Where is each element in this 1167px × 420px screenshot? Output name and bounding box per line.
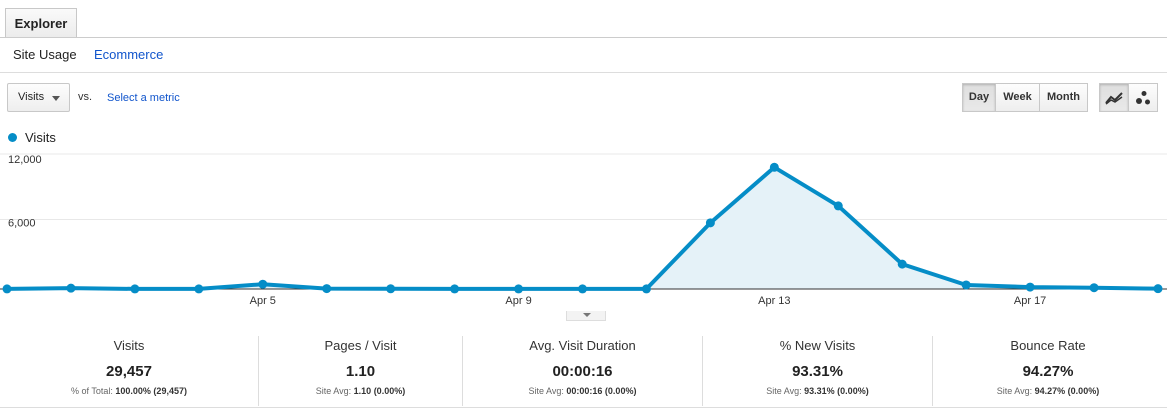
data-point bbox=[578, 284, 587, 294]
subnav-site-usage[interactable]: Site Usage bbox=[13, 47, 77, 62]
data-point bbox=[194, 284, 204, 294]
summary-value: 00:00:16 bbox=[552, 363, 613, 380]
summary-label: Avg. Visit Duration bbox=[529, 338, 636, 353]
granularity-group: Day Week Month bbox=[962, 83, 1088, 112]
week-button[interactable]: Week bbox=[995, 83, 1040, 112]
summary-sub: Site Avg: 93.31% (0.00%) bbox=[766, 386, 869, 396]
y-tick-label: 6,000 bbox=[8, 218, 36, 230]
vs-label: vs. bbox=[78, 91, 93, 103]
x-tick-label: Apr 13 bbox=[758, 295, 790, 307]
summary-label: Visits bbox=[113, 338, 145, 353]
data-point bbox=[130, 284, 140, 294]
summary-value: 1.10 bbox=[345, 363, 376, 380]
chart-mode-group bbox=[1099, 83, 1158, 112]
day-button[interactable]: Day bbox=[962, 83, 996, 112]
data-point bbox=[705, 218, 715, 228]
summary-sub: Site Avg: 94.27% (0.00%) bbox=[996, 386, 1100, 396]
chevron-down-icon bbox=[52, 96, 60, 101]
data-point bbox=[322, 284, 332, 294]
select-metric-link[interactable]: Select a metric bbox=[107, 92, 180, 104]
data-point bbox=[641, 284, 651, 294]
data-point bbox=[258, 279, 268, 289]
month-button[interactable]: Month bbox=[1039, 83, 1088, 112]
data-point bbox=[769, 162, 779, 172]
x-tick-label: Apr 9 bbox=[505, 295, 531, 307]
caret-down-icon bbox=[583, 313, 591, 317]
summary-value: 94.27% bbox=[1022, 363, 1074, 380]
summary-avg-visit-duration: Avg. Visit Duration 00:00:16 Site Avg: 0… bbox=[463, 336, 702, 406]
summary-label: Bounce Rate bbox=[1010, 338, 1086, 353]
data-point bbox=[1089, 283, 1099, 293]
legend-dot bbox=[8, 133, 17, 142]
summary-sub: % of Total: 100.00% (29,457) bbox=[71, 386, 187, 396]
summary-bottom-border bbox=[0, 407, 1167, 408]
x-tick-label: Apr 5 bbox=[250, 295, 276, 307]
summary-label: % New Visits bbox=[779, 338, 856, 353]
summary-pages-per-visit: Pages / Visit 1.10 Site Avg: 1.10 (0.00%… bbox=[259, 336, 462, 406]
legend-label: Visits bbox=[25, 130, 56, 145]
line-chart-button[interactable] bbox=[1099, 83, 1129, 112]
data-point bbox=[833, 201, 843, 211]
metric-dropdown-label: Visits bbox=[18, 91, 45, 103]
motion-chart-button[interactable] bbox=[1128, 83, 1158, 112]
visits-chart: 12,000 6,000 Apr 5 Apr 9 Apr 13 Apr 17 bbox=[0, 153, 1167, 307]
data-point bbox=[1025, 282, 1035, 292]
line-chart-icon bbox=[1105, 92, 1123, 105]
summary-sub: Site Avg: 00:00:16 (0.00%) bbox=[528, 386, 637, 396]
summary-label: Pages / Visit bbox=[324, 338, 397, 353]
data-point bbox=[386, 284, 396, 294]
summary-row: Visits 29,457 % of Total: 100.00% (29,45… bbox=[0, 330, 1167, 410]
motion-chart-icon bbox=[1136, 91, 1150, 105]
series-line bbox=[6, 165, 1159, 291]
summary-bounce-rate: Bounce Rate 94.27% Site Avg: 94.27% (0.0… bbox=[933, 336, 1163, 406]
summary-value: 29,457 bbox=[106, 363, 152, 380]
tab-explorer[interactable]: Explorer bbox=[5, 8, 77, 37]
data-point bbox=[1153, 284, 1163, 294]
y-tick-label: 12,000 bbox=[8, 154, 42, 166]
summary-sub: Site Avg: 1.10 (0.00%) bbox=[315, 386, 406, 396]
series-area bbox=[7, 167, 1158, 289]
data-point bbox=[961, 280, 971, 290]
summary-visits: Visits 29,457 % of Total: 100.00% (29,45… bbox=[0, 336, 258, 406]
x-tick-label: Apr 17 bbox=[1014, 295, 1046, 307]
summary-value: 93.31% bbox=[792, 363, 843, 380]
collapse-chart-handle[interactable] bbox=[566, 311, 606, 321]
data-point bbox=[897, 259, 907, 269]
subnav: Site Usage Ecommerce bbox=[0, 37, 1167, 73]
subnav-ecommerce[interactable]: Ecommerce bbox=[94, 47, 163, 62]
tab-bar bbox=[0, 0, 1167, 38]
data-point bbox=[514, 284, 524, 294]
metric-dropdown[interactable]: Visits bbox=[7, 83, 70, 112]
data-point bbox=[66, 283, 76, 293]
data-point bbox=[2, 284, 12, 294]
summary-new-visits: % New Visits 93.31% Site Avg: 93.31% (0.… bbox=[703, 336, 932, 406]
data-point bbox=[450, 284, 460, 294]
